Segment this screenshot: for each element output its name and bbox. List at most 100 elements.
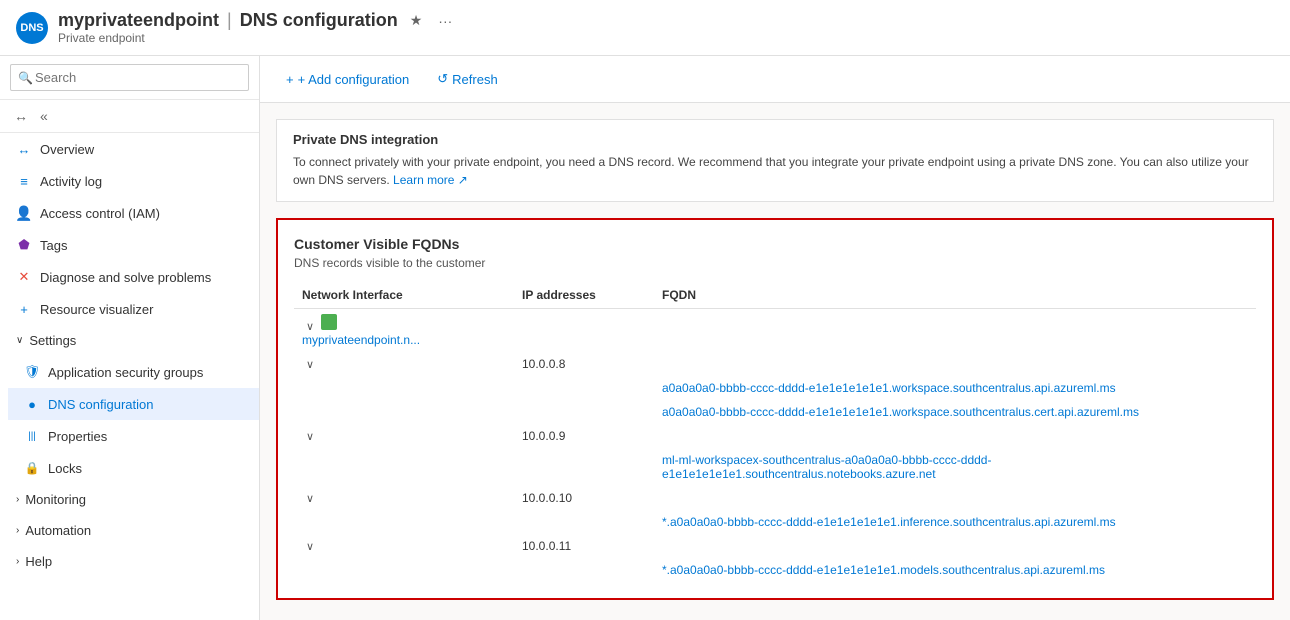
header-title-block: myprivateendpoint | DNS configuration ★ … bbox=[58, 10, 456, 45]
monitoring-section-header[interactable]: › Monitoring bbox=[0, 484, 259, 515]
fqdn-cell: a0a0a0a0-bbbb-cccc-dddd-e1e1e1e1e1e1.wor… bbox=[654, 400, 1256, 424]
refresh-label: Refresh bbox=[452, 72, 498, 87]
fqdn-cell bbox=[654, 486, 1256, 510]
resource-visualizer-icon: + bbox=[16, 301, 32, 317]
col-header-ip-addresses: IP addresses bbox=[514, 282, 654, 309]
main-layout: 🔍 ↔ « ↔ Overview ≡ Activity log 👤 Access… bbox=[0, 56, 1290, 620]
content-toolbar: + + Add configuration ↺ Refresh bbox=[260, 56, 1290, 103]
network-interface-icon bbox=[321, 314, 337, 330]
network-interface-cell bbox=[294, 400, 514, 424]
add-configuration-button[interactable]: + + Add configuration bbox=[276, 67, 419, 92]
monitoring-chevron-icon: › bbox=[16, 494, 19, 505]
monitoring-section-label: Monitoring bbox=[25, 492, 86, 507]
sidebar-item-app-security-groups[interactable]: 🛡 Application security groups bbox=[8, 356, 259, 388]
fqdn-cell bbox=[654, 352, 1256, 376]
sidebar-item-activity-log[interactable]: ≡ Activity log bbox=[0, 165, 259, 197]
ip-cell: 10.0.0.11 bbox=[514, 534, 654, 558]
help-chevron-icon: › bbox=[16, 556, 19, 567]
sidebar-search-container: 🔍 bbox=[0, 56, 259, 100]
sidebar-item-locks-label: Locks bbox=[48, 461, 82, 476]
col-header-fqdn: FQDN bbox=[654, 282, 1256, 309]
add-config-plus-icon: + bbox=[286, 72, 294, 87]
expand-row-6-button[interactable]: ∨ bbox=[302, 492, 318, 505]
dns-integration-title: Private DNS integration bbox=[293, 132, 1257, 147]
ip-cell: 10.0.0.9 bbox=[514, 424, 654, 448]
settings-section-header[interactable]: ∨ Settings bbox=[0, 325, 259, 356]
ip-cell bbox=[514, 400, 654, 424]
fqdn-cell: *.a0a0a0a0-bbbb-cccc-dddd-e1e1e1e1e1e1.m… bbox=[654, 558, 1256, 582]
table-row: a0a0a0a0-bbbb-cccc-dddd-e1e1e1e1e1e1.wor… bbox=[294, 376, 1256, 400]
diagnose-icon: ✕ bbox=[16, 269, 32, 285]
access-control-icon: 👤 bbox=[16, 205, 32, 221]
fqdn-cell bbox=[654, 309, 1256, 353]
network-interface-cell bbox=[294, 510, 514, 534]
collapse-sidebar-button[interactable]: « bbox=[36, 106, 52, 126]
expand-row-8-button[interactable]: ∨ bbox=[302, 540, 318, 553]
settings-section-children: 🛡 Application security groups ● DNS conf… bbox=[0, 356, 259, 484]
dns-integration-description: To connect privately with your private e… bbox=[293, 153, 1257, 189]
search-input[interactable] bbox=[10, 64, 249, 91]
network-interface-cell: ∨ myprivateendpoint.n... bbox=[294, 309, 514, 353]
favorite-button[interactable]: ★ bbox=[406, 10, 427, 31]
table-row: ∨ myprivateendpoint.n... bbox=[294, 309, 1256, 353]
sidebar-item-overview-label: Overview bbox=[40, 142, 94, 157]
ip-cell: 10.0.0.10 bbox=[514, 486, 654, 510]
table-row: ∨ 10.0.0.10 bbox=[294, 486, 1256, 510]
activity-log-icon: ≡ bbox=[16, 173, 32, 189]
dns-integration-section: Private DNS integration To connect priva… bbox=[276, 119, 1274, 202]
fqdn-cell bbox=[654, 424, 1256, 448]
refresh-icon: ↺ bbox=[437, 71, 448, 87]
add-config-label: + Add configuration bbox=[298, 72, 410, 87]
tags-icon: ⬟ bbox=[16, 237, 32, 253]
help-section-header[interactable]: › Help bbox=[0, 546, 259, 577]
ip-cell bbox=[514, 376, 654, 400]
network-interface-link[interactable]: myprivateendpoint.n... bbox=[302, 333, 506, 347]
sidebar-item-access-control-label: Access control (IAM) bbox=[40, 206, 160, 221]
table-row: ∨ 10.0.0.9 bbox=[294, 424, 1256, 448]
settings-section-label: Settings bbox=[29, 333, 76, 348]
content-body: Private DNS integration To connect priva… bbox=[260, 103, 1290, 616]
ip-cell: 10.0.0.8 bbox=[514, 352, 654, 376]
page-header: DNS myprivateendpoint | DNS configuratio… bbox=[0, 0, 1290, 56]
fqdn-cell: ml-ml-workspacex-southcentralus-a0a0a0a0… bbox=[654, 448, 1256, 486]
sidebar-item-tags[interactable]: ⬟ Tags bbox=[0, 229, 259, 261]
network-interface-cell bbox=[294, 376, 514, 400]
ip-cell bbox=[514, 309, 654, 353]
ip-cell bbox=[514, 558, 654, 582]
sidebar-item-diagnose[interactable]: ✕ Diagnose and solve problems bbox=[0, 261, 259, 293]
table-row: a0a0a0a0-bbbb-cccc-dddd-e1e1e1e1e1e1.wor… bbox=[294, 400, 1256, 424]
search-wrapper: 🔍 bbox=[10, 64, 249, 91]
sidebar-item-overview[interactable]: ↔ Overview bbox=[0, 133, 259, 165]
search-icon: 🔍 bbox=[18, 71, 33, 85]
network-interface-cell: ∨ bbox=[294, 486, 514, 510]
page-title: myprivateendpoint | DNS configuration ★ … bbox=[58, 10, 456, 31]
fqdn-cell bbox=[654, 534, 1256, 558]
automation-chevron-icon: › bbox=[16, 525, 19, 536]
forward-back-button[interactable]: ↔ bbox=[10, 106, 32, 126]
fqdns-box: Customer Visible FQDNs DNS records visib… bbox=[276, 218, 1274, 600]
fqdns-subtitle: DNS records visible to the customer bbox=[294, 256, 1256, 270]
more-options-button[interactable]: ··· bbox=[434, 11, 456, 31]
expand-row-0-button[interactable]: ∨ bbox=[302, 320, 318, 333]
automation-section-header[interactable]: › Automation bbox=[0, 515, 259, 546]
sidebar-item-activity-log-label: Activity log bbox=[40, 174, 102, 189]
expand-row-1-button[interactable]: ∨ bbox=[302, 358, 318, 371]
sidebar-item-app-security-label: Application security groups bbox=[48, 365, 203, 380]
sidebar-item-locks[interactable]: 🔒 Locks bbox=[8, 452, 259, 484]
learn-more-link[interactable]: Learn more ↗ bbox=[393, 173, 468, 187]
sidebar-item-dns-label: DNS configuration bbox=[48, 397, 154, 412]
help-section-label: Help bbox=[25, 554, 52, 569]
sidebar-item-properties[interactable]: ||| Properties bbox=[8, 420, 259, 452]
refresh-button[interactable]: ↺ Refresh bbox=[427, 66, 507, 92]
sidebar-item-resource-visualizer[interactable]: + Resource visualizer bbox=[0, 293, 259, 325]
expand-row-4-button[interactable]: ∨ bbox=[302, 430, 318, 443]
fqdns-title: Customer Visible FQDNs bbox=[294, 236, 1256, 252]
sidebar-controls: ↔ « bbox=[0, 100, 259, 133]
fqdn-cell: *.a0a0a0a0-bbbb-cccc-dddd-e1e1e1e1e1e1.i… bbox=[654, 510, 1256, 534]
overview-icon: ↔ bbox=[16, 141, 32, 157]
network-interface-cell: ∨ bbox=[294, 352, 514, 376]
sidebar-item-dns-configuration[interactable]: ● DNS configuration bbox=[8, 388, 259, 420]
sidebar-item-access-control[interactable]: 👤 Access control (IAM) bbox=[0, 197, 259, 229]
dns-config-icon: ● bbox=[24, 396, 40, 412]
ip-cell bbox=[514, 510, 654, 534]
